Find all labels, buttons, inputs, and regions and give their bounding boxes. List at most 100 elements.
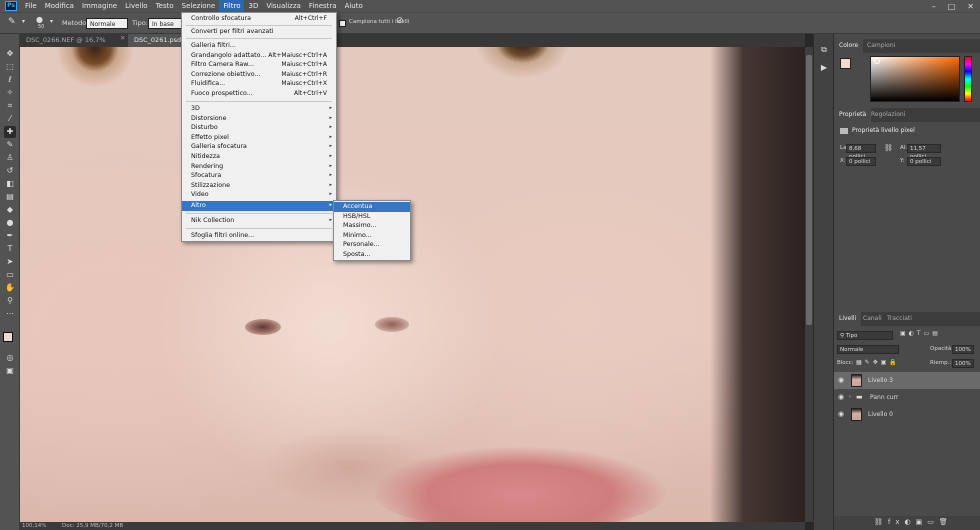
submenu-item-accentua-passaggio[interactable]: Accentua passaggio...: [334, 202, 410, 220]
layer-row-livello-3[interactable]: ◉ Livello 3: [834, 372, 980, 389]
tab-campioni[interactable]: Campioni: [862, 39, 900, 53]
width-field[interactable]: 8,68 pollici: [846, 144, 876, 160]
menu-item-converti-filtri-avanzati[interactable]: Converti per filtri avanzati: [182, 27, 336, 37]
chevron-down-icon[interactable]: ▾: [22, 18, 25, 25]
shape-tool-icon[interactable]: ▭: [4, 269, 16, 281]
brush-preset-icon[interactable]: ●: [36, 15, 43, 24]
menu-item-sfocatura[interactable]: Sfocatura ▸: [182, 171, 336, 181]
lasso-tool-icon[interactable]: ℓ: [4, 74, 16, 86]
opacity-field[interactable]: 100%: [952, 345, 974, 354]
path-select-tool-icon[interactable]: ➤: [4, 256, 16, 268]
menu-testo[interactable]: Testo: [152, 0, 178, 12]
menu-item-rendering[interactable]: Rendering ▸: [182, 162, 336, 172]
metodo-select[interactable]: Normale: [86, 18, 128, 29]
menu-finestra[interactable]: Finestra: [305, 0, 341, 12]
document-canvas[interactable]: [20, 47, 805, 522]
menu-selezione[interactable]: Selezione: [178, 0, 220, 12]
layer-actions-icons[interactable]: ⛓fx◐▣▭🗑: [874, 518, 953, 526]
dodge-tool-icon[interactable]: ●: [4, 217, 16, 229]
campiona-checkbox[interactable]: [339, 20, 346, 27]
blend-mode-select[interactable]: Normale: [837, 345, 899, 354]
tab-dsc-0266[interactable]: DSC_0266.NEF @ 16,7% (RGB/8): [20, 34, 128, 57]
menu-item-correzione-obiettivo[interactable]: Correzione obiettivo... Maiusc+Ctrl+R: [182, 70, 336, 80]
more-tools-icon[interactable]: ⋯: [4, 308, 16, 320]
close-button[interactable]: ✕: [967, 2, 974, 11]
close-icon[interactable]: ✕: [120, 34, 125, 42]
menu-item-effetto-pixel[interactable]: Effetto pixel ▸: [182, 133, 336, 143]
zoom-tool-icon[interactable]: ⚲: [4, 295, 16, 307]
layer-filter-icons[interactable]: ▣◐T▭▤: [900, 330, 941, 337]
menu-item-distorsione[interactable]: Distorsione ▸: [182, 114, 336, 124]
vertical-scrollbar-thumb[interactable]: [806, 55, 812, 325]
menu-item-altro[interactable]: Altro ▸: [182, 201, 336, 211]
menu-item-fluidifica[interactable]: Fluidifica... Maiusc+Ctrl+X: [182, 79, 336, 89]
x-field[interactable]: 0 pollici: [846, 157, 876, 166]
tab-regolazioni[interactable]: Regolazioni: [866, 108, 910, 122]
menu-file[interactable]: File: [21, 0, 41, 12]
color-picker-field[interactable]: [870, 56, 960, 102]
brush-tool-icon[interactable]: ✎: [4, 139, 16, 151]
quick-mask-icon[interactable]: ◎: [4, 352, 16, 364]
menu-item-nitidezza[interactable]: Nitidezza ▸: [182, 152, 336, 162]
submenu-item-sposta[interactable]: Sposta...: [334, 250, 410, 260]
move-tool-icon[interactable]: ✥: [4, 48, 16, 60]
history-panel-icon[interactable]: ⧉: [818, 44, 830, 56]
marquee-tool-icon[interactable]: ⬚: [4, 61, 16, 73]
minimize-button[interactable]: –: [932, 2, 936, 11]
menu-item-disturbo[interactable]: Disturbo ▸: [182, 123, 336, 133]
link-icon[interactable]: ⛓: [884, 144, 893, 152]
foreground-color-swatch[interactable]: [3, 332, 13, 342]
history-brush-tool-icon[interactable]: ↺: [4, 165, 16, 177]
screen-mode-icon[interactable]: ▣: [4, 365, 16, 377]
menu-filtro[interactable]: Filtro: [219, 0, 245, 12]
quick-select-tool-icon[interactable]: ✧: [4, 87, 16, 99]
crop-tool-icon[interactable]: ⌗: [4, 100, 16, 112]
clone-stamp-tool-icon[interactable]: ♙: [4, 152, 16, 164]
eye-icon[interactable]: ◉: [838, 372, 844, 389]
menu-3d[interactable]: 3D: [244, 0, 262, 12]
chevron-right-icon[interactable]: ›: [849, 389, 851, 406]
healing-brush-tool-icon[interactable]: ✚: [4, 126, 16, 138]
menu-item-filtro-camera-raw[interactable]: Filtro Camera Raw... Maiusc+Ctrl+A: [182, 60, 336, 70]
menu-modifica[interactable]: Modifica: [41, 0, 78, 12]
submenu-item-minimo[interactable]: Minimo...: [334, 231, 410, 241]
eraser-tool-icon[interactable]: ◧: [4, 178, 16, 190]
menu-item-galleria-sfocatura[interactable]: Galleria sfocatura ▸: [182, 142, 336, 152]
submenu-item-hsb-hsl[interactable]: HSB/HSL: [334, 212, 410, 222]
gradient-tool-icon[interactable]: ▤: [4, 191, 16, 203]
menu-item-galleria-filtri[interactable]: Galleria filtri...: [182, 41, 336, 51]
zoom-level[interactable]: 100,14%: [22, 522, 46, 530]
menu-item-fuoco-prospettico[interactable]: Fuoco prospettico... Alt+Ctrl+V: [182, 89, 336, 99]
chevron-down-icon[interactable]: ▾: [50, 18, 53, 25]
menu-item-stilizzazione[interactable]: Stilizzazione ▸: [182, 181, 336, 191]
eye-icon[interactable]: ◉: [838, 389, 844, 406]
blur-tool-icon[interactable]: ◆: [4, 204, 16, 216]
layer-filter-select[interactable]: ⚲ Tipo: [837, 331, 893, 340]
layer-row-livello-0[interactable]: ◉ Livello 0: [834, 406, 980, 423]
menu-item-controllo-sfocatura[interactable]: Controllo sfocatura Alt+Ctrl+F: [182, 14, 336, 24]
menu-item-nik-collection[interactable]: Nik Collection ▸: [182, 216, 336, 226]
y-field[interactable]: 0 pollici: [907, 157, 941, 166]
pen-tool-icon[interactable]: ✒: [4, 230, 16, 242]
hand-tool-icon[interactable]: ✋: [4, 282, 16, 294]
menu-visualizza[interactable]: Visualizza: [262, 0, 304, 12]
color-picker-cursor[interactable]: [874, 58, 880, 64]
actions-panel-icon[interactable]: ▶: [818, 62, 830, 74]
height-field[interactable]: 11,57 pollici: [907, 144, 941, 160]
type-tool-icon[interactable]: T: [4, 243, 16, 255]
pressure-icon[interactable]: ⊘: [396, 16, 404, 26]
menu-item-3d[interactable]: 3D ▸: [182, 104, 336, 114]
menu-immagine[interactable]: Immagine: [78, 0, 121, 12]
healing-brush-icon[interactable]: ✎: [8, 17, 16, 27]
eye-icon[interactable]: ◉: [838, 406, 844, 423]
fill-field[interactable]: 100%: [952, 359, 974, 368]
menu-item-video[interactable]: Video ▸: [182, 190, 336, 200]
layer-row-pann-curr[interactable]: ◉ › ▬ Pann curr: [834, 389, 980, 406]
menu-aiuto[interactable]: Aiuto: [341, 0, 367, 12]
tipo-select[interactable]: In base al c: [148, 18, 182, 39]
menu-item-grandangolo-adattato[interactable]: Grandangolo adattato... Alt+Maiusc+Ctrl+A: [182, 51, 336, 61]
menu-item-sfoglia-filtri-online[interactable]: Sfoglia filtri online...: [182, 231, 336, 241]
tab-colore[interactable]: Colore: [834, 39, 864, 53]
submenu-item-massimo[interactable]: Massimo...: [334, 221, 410, 231]
hue-slider[interactable]: [964, 56, 972, 102]
